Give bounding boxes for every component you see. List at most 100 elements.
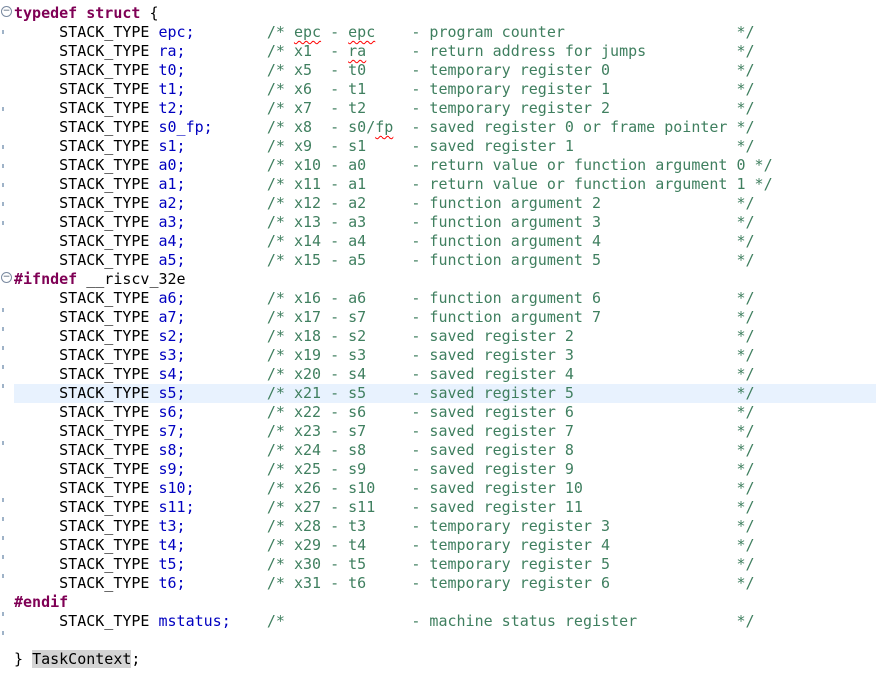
editor-gutter [0,0,14,685]
field-comment: /* x15 - a5 - function argument 5 */ [266,251,755,269]
field-comment: /* x23 - s7 - saved register 7 */ [266,422,755,440]
struct-field-line[interactable]: STACK_TYPE s11; /* x27 - s11 - saved reg… [14,498,876,517]
gutter-marker [2,308,4,312]
field-comment: /* x16 - a6 - function argument 6 */ [266,289,755,307]
field-type: STACK_TYPE [59,156,150,174]
field-type: STACK_TYPE [59,80,150,98]
struct-field-line[interactable]: STACK_TYPE s6; /* x22 - s6 - saved regis… [14,403,876,422]
struct-field-line[interactable]: STACK_TYPE a5; /* x15 - a5 - function ar… [14,251,876,270]
code-line[interactable]: typedef struct { [14,4,876,23]
struct-field-line[interactable]: STACK_TYPE t6; /* x31 - t6 - temporary r… [14,574,876,593]
code-line[interactable]: #ifndef __riscv_32e [14,270,876,289]
close-brace: } [14,650,33,668]
preprocessor-ifndef: #ifndef [14,270,78,288]
struct-field-line[interactable]: STACK_TYPE a6; /* x16 - a6 - function ar… [14,289,876,308]
struct-field-line[interactable]: STACK_TYPE a4; /* x14 - a4 - function ar… [14,232,876,251]
struct-field-line[interactable]: STACK_TYPE t3; /* x28 - t3 - temporary r… [14,517,876,536]
struct-field-line[interactable]: STACK_TYPE s2; /* x18 - s2 - saved regis… [14,327,876,346]
struct-field-line[interactable]: STACK_TYPE s3; /* x19 - s3 - saved regis… [14,346,876,365]
gutter-marker [2,107,4,111]
field-comment: /* x9 - s1 - saved register 1 */ [266,137,755,155]
field-type: STACK_TYPE [59,308,150,326]
field-comment: /* x1 - ra - return address for jumps */ [266,42,755,60]
struct-field-line[interactable]: STACK_TYPE t2; /* x7 - t2 - temporary re… [14,99,876,118]
field-name: a3; [158,213,186,231]
gutter-marker [2,221,4,225]
struct-field-line[interactable]: STACK_TYPE s9; /* x25 - s9 - saved regis… [14,460,876,479]
field-comment: /* x19 - s3 - saved register 3 */ [266,346,755,364]
struct-field-line[interactable]: STACK_TYPE t1; /* x6 - t1 - temporary re… [14,80,876,99]
gutter-marker [2,327,4,331]
struct-field-line[interactable]: STACK_TYPE mstatus; /* - machine status … [14,612,876,631]
fold-collapse-icon[interactable]: − [1,272,12,283]
struct-field-line[interactable]: STACK_TYPE s7; /* x23 - s7 - saved regis… [14,422,876,441]
field-type: STACK_TYPE [59,232,150,250]
keyword-struct: struct [86,4,141,22]
struct-field-line[interactable]: STACK_TYPE a3; /* x13 - a3 - function ar… [14,213,876,232]
field-type: STACK_TYPE [59,441,150,459]
struct-field-line[interactable]: STACK_TYPE t4; /* x29 - t4 - temporary r… [14,536,876,555]
field-type: STACK_TYPE [59,251,150,269]
struct-field-line[interactable]: STACK_TYPE epc; /* epc - epc - program c… [14,23,876,42]
field-type: STACK_TYPE [59,99,150,117]
struct-field-line[interactable]: STACK_TYPE s4; /* x20 - s4 - saved regis… [14,365,876,384]
field-name: a6; [158,289,186,307]
field-name: s1; [158,137,186,155]
struct-field-line[interactable]: STACK_TYPE s8; /* x24 - s8 - saved regis… [14,441,876,460]
field-type: STACK_TYPE [59,498,150,516]
struct-field-line[interactable]: STACK_TYPE a1; /* x11 - a1 - return valu… [14,175,876,194]
struct-field-line[interactable]: STACK_TYPE s5; /* x21 - s5 - saved regis… [14,384,876,403]
field-comment: /* x17 - s7 - function argument 7 */ [266,308,755,326]
field-name: epc; [158,23,195,41]
field-name: s4; [158,365,186,383]
field-name: s5; [158,384,186,402]
struct-field-line[interactable]: STACK_TYPE s10; /* x26 - s10 - saved reg… [14,479,876,498]
field-type: STACK_TYPE [59,289,150,307]
gutter-marker [2,631,4,635]
field-type: STACK_TYPE [59,555,150,573]
field-name: s11; [158,498,195,516]
field-name: s2; [158,327,186,345]
code-line[interactable]: #endif [14,593,876,612]
field-name: t5; [158,555,186,573]
field-type: STACK_TYPE [59,137,150,155]
field-type: STACK_TYPE [59,194,150,212]
field-type: STACK_TYPE [59,612,150,630]
field-comment: /* x31 - t6 - temporary register 6 */ [266,574,755,592]
field-name: s0_fp; [158,118,213,136]
field-name: s6; [158,403,186,421]
field-comment: /* x5 - t0 - temporary register 0 */ [266,61,755,79]
fold-collapse-icon[interactable]: − [1,6,12,17]
struct-field-line[interactable]: STACK_TYPE ra; /* x1 - ra - return addre… [14,42,876,61]
field-name: s9; [158,460,186,478]
field-type: STACK_TYPE [59,61,150,79]
field-type: STACK_TYPE [59,403,150,421]
struct-name: TaskContext [32,650,132,668]
field-comment: /* x8 - s0/fp - saved register 0 or fram… [266,118,755,136]
struct-field-line[interactable]: STACK_TYPE s1; /* x9 - s1 - saved regist… [14,137,876,156]
field-comment: /* x30 - t5 - temporary register 5 */ [266,555,755,573]
struct-field-line[interactable]: STACK_TYPE t0; /* x5 - t0 - temporary re… [14,61,876,80]
field-type: STACK_TYPE [59,574,150,592]
field-name: mstatus; [158,612,231,630]
field-name: t4; [158,536,186,554]
struct-field-line[interactable]: STACK_TYPE s0_fp; /* x8 - s0/fp - saved … [14,118,876,137]
struct-field-line[interactable]: STACK_TYPE a0; /* x10 - a0 - return valu… [14,156,876,175]
struct-field-line[interactable]: STACK_TYPE a7; /* x17 - s7 - function ar… [14,308,876,327]
spelling-error-marker: fp [375,118,394,136]
macro-name: __riscv_32e [86,270,186,288]
gutter-marker [2,202,4,206]
field-comment: /* epc - epc - program counter */ [266,23,755,41]
field-comment: /* x6 - t1 - temporary register 1 */ [266,80,755,98]
code-line[interactable]: } TaskContext; [14,650,876,669]
field-name: a7; [158,308,186,326]
gutter-marker [2,384,4,388]
struct-field-line[interactable]: STACK_TYPE a2; /* x12 - a2 - function ar… [14,194,876,213]
field-name: s8; [158,441,186,459]
field-name: t3; [158,517,186,535]
gutter-marker [2,555,4,559]
field-type: STACK_TYPE [59,460,150,478]
struct-field-line[interactable]: STACK_TYPE t5; /* x30 - t5 - temporary r… [14,555,876,574]
field-name: s7; [158,422,186,440]
code-editor[interactable]: − typedef struct { − #ifndef __riscv_32e… [0,0,876,685]
